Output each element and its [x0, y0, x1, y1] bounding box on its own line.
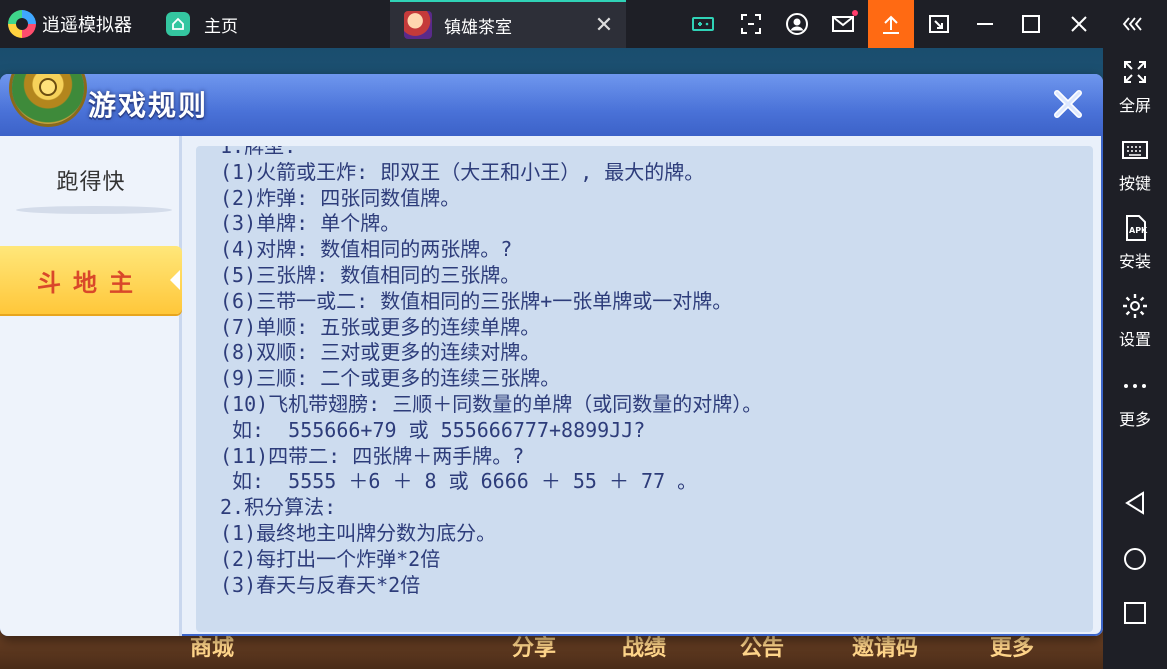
- rule-line: (2)每打出一个炸弹*2倍: [220, 546, 441, 571]
- recent-square-icon: [1124, 602, 1146, 624]
- mail-button[interactable]: [820, 0, 866, 48]
- tab-doudizhu-label: 斗地主: [37, 268, 145, 297]
- sidebar-install-apk[interactable]: APK 安装: [1103, 208, 1167, 278]
- emulator-titlebar: 逍遥模拟器 主页 镇雄茶室 ✕: [0, 0, 1167, 48]
- nav-back-button[interactable]: [1103, 476, 1167, 530]
- rules-dialog: 游戏规则 跑得快 斗地主 1.牌型: (1)火箭或王炸: 即双王（大王和小王）,…: [0, 74, 1103, 636]
- maximize-button[interactable]: [1008, 0, 1054, 48]
- rule-line: (10)飞机带翅膀: 三顺＋同数量的单牌（或同数量的对牌）。: [220, 391, 763, 416]
- rule-line: (1)最终地主叫牌分数为底分。: [220, 520, 497, 545]
- rule-line: (1)火箭或王炸: 即双王（大王和小王）, 最大的牌。: [220, 159, 705, 184]
- home-tab-icon: [166, 12, 190, 36]
- svg-text:APK: APK: [1129, 226, 1148, 235]
- tab-doudizhu[interactable]: 斗地主: [0, 246, 182, 314]
- sidebar-fullscreen[interactable]: 全屏: [1103, 52, 1167, 122]
- rule-line: 1.牌型:: [220, 146, 297, 158]
- nav-recent-button[interactable]: [1103, 586, 1167, 640]
- dialog-title: 游戏规则: [88, 89, 209, 122]
- tab-game-label: 镇雄茶室: [444, 17, 512, 38]
- close-icon: [1071, 16, 1087, 32]
- rule-line: (8)双顺: 三对或更多的连续对牌。: [220, 340, 541, 365]
- tab-close-icon[interactable]: ✕: [590, 11, 618, 39]
- mail-icon: [832, 16, 854, 32]
- active-tab-arrow-icon: [170, 270, 180, 290]
- rules-tab-panel: 跑得快 斗地主: [0, 136, 182, 636]
- resize-button[interactable]: [916, 0, 962, 48]
- badge-face-icon: [39, 78, 57, 96]
- close-x-icon: [1054, 90, 1082, 118]
- nav-home-button[interactable]: [1103, 532, 1167, 586]
- keyboard-icon: [1122, 141, 1148, 159]
- upload-icon: [883, 15, 899, 34]
- rule-line: (3)春天与反春天*2倍: [220, 572, 421, 597]
- collapse-sidebar-button[interactable]: [1110, 0, 1156, 48]
- rules-content[interactable]: 1.牌型: (1)火箭或王炸: 即双王（大王和小王）, 最大的牌。 (2)炸弹:…: [196, 146, 1093, 632]
- rule-line: (4)对牌: 数值相同的两张牌。?: [220, 237, 513, 262]
- gamepad-button[interactable]: [680, 0, 726, 48]
- fullscreen-icon: [1124, 61, 1146, 83]
- app-logo-icon: [8, 10, 36, 38]
- collapse-icon: [1122, 17, 1142, 31]
- maximize-icon: [1022, 15, 1040, 33]
- sidebar-keymap-label: 按键: [1118, 174, 1151, 193]
- rule-line: (11)四带二: 四张牌＋两手牌。?: [220, 443, 525, 468]
- gamepad-icon: [692, 17, 714, 31]
- sidebar-settings-label: 设置: [1118, 330, 1151, 349]
- screenshot-button[interactable]: [728, 0, 774, 48]
- sidebar-more-label: 更多: [1118, 410, 1151, 429]
- rules-text: 1.牌型: (1)火箭或王炸: 即双王（大王和小王）, 最大的牌。 (2)炸弹:…: [220, 146, 1080, 598]
- minimize-icon: [977, 23, 993, 25]
- game-tab-icon: [404, 11, 432, 39]
- rule-line: (6)三带一或二: 数值相同的三张牌+一张单牌或一对牌。: [220, 288, 733, 313]
- rule-line: (2)炸弹: 四张同数值牌。: [220, 185, 461, 210]
- resize-icon: [929, 15, 949, 33]
- minimize-button[interactable]: [962, 0, 1008, 48]
- window-close-button[interactable]: [1056, 0, 1102, 48]
- game-viewport: 商城 分享 战绩 公告 邀请码 更多 游戏规则 跑得快 斗地主 1.牌型: (1…: [0, 48, 1103, 669]
- rule-line: 如: 555666+79 或 555666777+8899JJ?: [220, 417, 646, 442]
- app-brand[interactable]: 逍遥模拟器: [8, 9, 132, 39]
- rule-line: (7)单顺: 五张或更多的连续单牌。: [220, 314, 541, 339]
- back-icon: [1125, 491, 1144, 515]
- rule-line: (3)单牌: 单个牌。: [220, 211, 401, 236]
- home-circle-icon: [1124, 548, 1146, 570]
- tab-paodekuai[interactable]: 跑得快: [0, 146, 182, 214]
- emulator-sidebar: 全屏 按键 APK 安装 设置 更多: [1103, 48, 1167, 669]
- user-icon: [786, 13, 808, 35]
- sidebar-install-label: 安装: [1118, 252, 1151, 271]
- screenshot-icon: [741, 14, 761, 34]
- tab-home[interactable]: 主页: [166, 9, 238, 39]
- dialog-header: 游戏规则: [0, 74, 1103, 136]
- tab-paodekuai-label: 跑得快: [56, 170, 126, 195]
- sidebar-fullscreen-label: 全屏: [1118, 96, 1151, 115]
- apk-icon: APK: [1126, 215, 1148, 241]
- dialog-close-button[interactable]: [1046, 82, 1090, 126]
- notification-dot: [852, 10, 858, 16]
- app-name: 逍遥模拟器: [42, 15, 132, 36]
- sidebar-settings[interactable]: 设置: [1103, 286, 1167, 356]
- user-button[interactable]: [774, 0, 820, 48]
- sidebar-more[interactable]: 更多: [1103, 366, 1167, 436]
- more-icon: [1124, 384, 1146, 388]
- rule-line: (5)三张牌: 数值相同的三张牌。: [220, 262, 521, 287]
- rule-line: 2.积分算法:: [220, 495, 337, 520]
- rule-line: 如: 5555 ＋6 ＋ 8 或 6666 ＋ 55 ＋ 77 。: [220, 469, 698, 494]
- upload-button[interactable]: [868, 0, 914, 48]
- gear-icon: [1123, 294, 1147, 318]
- tab-home-label: 主页: [204, 16, 238, 37]
- tab-game[interactable]: 镇雄茶室 ✕: [390, 0, 626, 48]
- sidebar-keymap[interactable]: 按键: [1103, 130, 1167, 200]
- rule-line: (9)三顺: 二个或更多的连续三张牌。: [220, 366, 561, 391]
